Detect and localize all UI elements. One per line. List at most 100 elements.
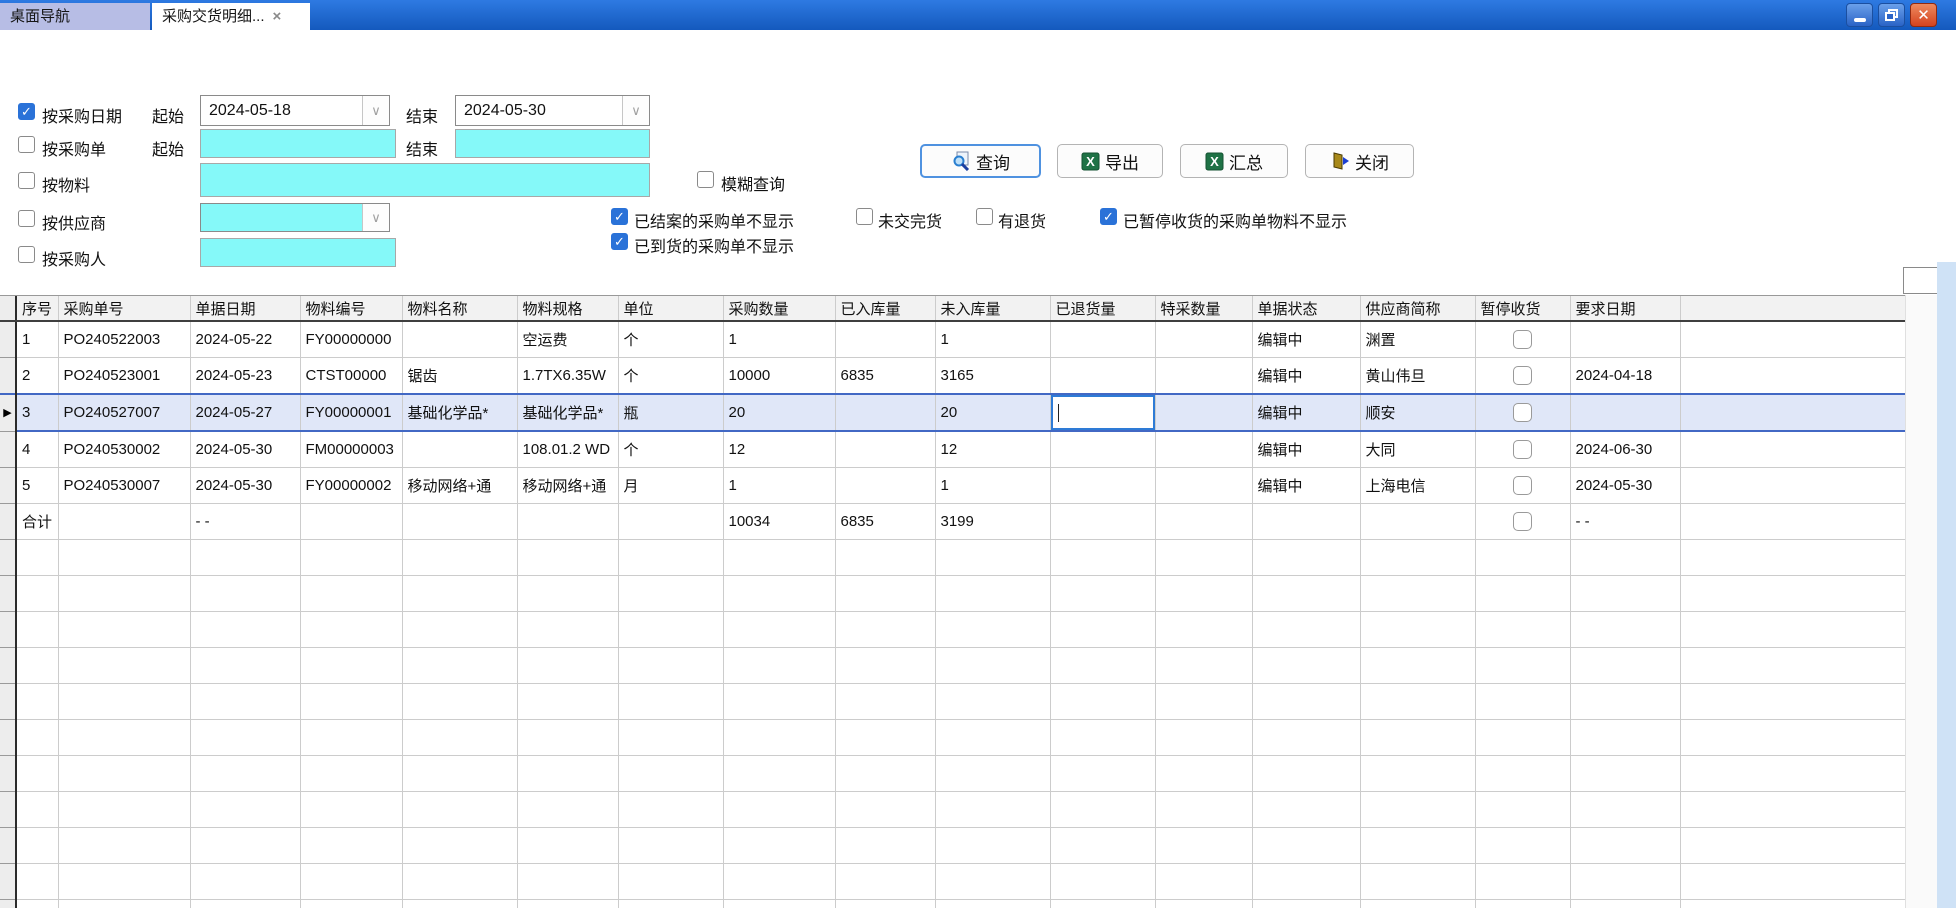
cell-date[interactable]: 2024-05-22 — [190, 321, 300, 358]
cell-qty[interactable]: 1 — [723, 468, 835, 504]
export-button[interactable]: X 导出 — [1057, 144, 1163, 178]
cell-suspend[interactable] — [1475, 468, 1570, 504]
cell-supplier[interactable]: 上海电信 — [1360, 468, 1475, 504]
tab-desktop-nav[interactable]: 桌面导航 — [0, 3, 150, 30]
cell-name[interactable]: 移动网络+通 — [402, 468, 517, 504]
cell-qty[interactable]: 12 — [723, 431, 835, 468]
cell-required[interactable] — [1570, 321, 1680, 358]
buyer-input[interactable] — [200, 238, 396, 267]
suspend-checkbox[interactable] — [1513, 440, 1532, 459]
hide-suspended-checkbox[interactable] — [1100, 208, 1117, 225]
start-date-combo[interactable]: 2024-05-18 ∨ — [200, 95, 390, 126]
undelivered-checkbox[interactable] — [856, 208, 873, 225]
suspend-checkbox[interactable] — [1513, 403, 1532, 422]
query-button[interactable]: 查询 — [920, 144, 1041, 178]
cell-qty[interactable]: 1 — [723, 321, 835, 358]
table-row[interactable]: 5 PO240530007 2024-05-30 FY00000002 移动网络… — [0, 468, 1905, 504]
cell-special[interactable] — [1155, 431, 1252, 468]
close-icon[interactable]: × — [273, 3, 282, 30]
cell-status[interactable]: 编辑中 — [1252, 321, 1360, 358]
close-button[interactable]: 关闭 — [1305, 144, 1414, 178]
col-spec[interactable]: 物料规格 — [517, 296, 618, 321]
cell-code[interactable]: FM00000003 — [300, 431, 402, 468]
cell-spec[interactable]: 空运费 — [517, 321, 618, 358]
cell-code[interactable]: FY00000001 — [300, 394, 402, 431]
cell-seq[interactable]: 2 — [16, 358, 58, 395]
summary-button[interactable]: X 汇总 — [1180, 144, 1288, 178]
cell-suspend[interactable] — [1475, 394, 1570, 431]
window-close-button[interactable]: ✕ — [1910, 3, 1937, 27]
chevron-down-icon[interactable]: ∨ — [362, 204, 389, 231]
cell-seq[interactable]: 3 — [16, 394, 58, 431]
cell-code[interactable]: FY00000002 — [300, 468, 402, 504]
cell-suspend[interactable] — [1475, 431, 1570, 468]
hide-closed-checkbox[interactable] — [611, 208, 628, 225]
grid-corner-button[interactable] — [1903, 267, 1940, 294]
cell-required[interactable]: 2024-06-30 — [1570, 431, 1680, 468]
material-input[interactable] — [200, 163, 650, 197]
cell-supplier[interactable]: 大同 — [1360, 431, 1475, 468]
table-row[interactable]: 4 PO240530002 2024-05-30 FM00000003 108.… — [0, 431, 1905, 468]
cell-received[interactable] — [835, 394, 935, 431]
cell-pending[interactable]: 20 — [935, 394, 1050, 431]
col-status[interactable]: 单据状态 — [1252, 296, 1360, 321]
cell-received[interactable] — [835, 468, 935, 504]
cell-name[interactable] — [402, 321, 517, 358]
has-return-checkbox[interactable] — [976, 208, 993, 225]
cell-special[interactable] — [1155, 394, 1252, 431]
cell-unit[interactable]: 个 — [618, 431, 723, 468]
cell-pending[interactable]: 12 — [935, 431, 1050, 468]
col-special[interactable]: 特采数量 — [1155, 296, 1252, 321]
cell-code[interactable]: CTST00000 — [300, 358, 402, 395]
col-received[interactable]: 已入库量 — [835, 296, 935, 321]
cell-required[interactable]: 2024-05-30 — [1570, 468, 1680, 504]
cell-special[interactable] — [1155, 468, 1252, 504]
cell-po[interactable]: PO240530007 — [58, 468, 190, 504]
by-date-checkbox[interactable] — [18, 103, 35, 120]
row-selector[interactable] — [0, 431, 16, 468]
cell-spec[interactable]: 108.01.2 WD — [517, 431, 618, 468]
by-buyer-checkbox[interactable] — [18, 246, 35, 263]
row-selector[interactable] — [0, 468, 16, 504]
row-selector[interactable] — [0, 321, 16, 358]
vertical-scrollbar[interactable] — [1905, 295, 1937, 908]
cell-po[interactable]: PO240530002 — [58, 431, 190, 468]
col-suspend[interactable]: 暂停收货 — [1475, 296, 1570, 321]
cell-date[interactable]: 2024-05-27 — [190, 394, 300, 431]
col-po[interactable]: 采购单号 — [58, 296, 190, 321]
restore-button[interactable] — [1878, 3, 1905, 27]
by-material-checkbox[interactable] — [18, 172, 35, 189]
col-pending[interactable]: 未入库量 — [935, 296, 1050, 321]
col-qty[interactable]: 采购数量 — [723, 296, 835, 321]
chevron-down-icon[interactable]: ∨ — [622, 96, 649, 125]
cell-seq[interactable]: 4 — [16, 431, 58, 468]
cell-required[interactable] — [1570, 394, 1680, 431]
suspend-checkbox[interactable] — [1513, 476, 1532, 495]
cell-name[interactable]: 基础化学品* — [402, 394, 517, 431]
chevron-down-icon[interactable]: ∨ — [362, 96, 389, 125]
cell-date[interactable]: 2024-05-30 — [190, 468, 300, 504]
po-end-input[interactable] — [455, 129, 650, 158]
cell-supplier[interactable]: 顺安 — [1360, 394, 1475, 431]
cell-seq[interactable]: 5 — [16, 468, 58, 504]
row-selector[interactable]: ▶ — [0, 394, 16, 431]
cell-returned[interactable] — [1050, 431, 1155, 468]
cell-unit[interactable]: 个 — [618, 358, 723, 395]
cell-received[interactable]: 6835 — [835, 358, 935, 395]
tab-purchase-delivery-detail[interactable]: 采购交货明细... × — [152, 3, 310, 30]
by-po-checkbox[interactable] — [18, 136, 35, 153]
col-returned[interactable]: 已退货量 — [1050, 296, 1155, 321]
cell-unit[interactable]: 个 — [618, 321, 723, 358]
cell-name[interactable]: 锯齿 — [402, 358, 517, 395]
cell-name[interactable] — [402, 431, 517, 468]
cell-returned[interactable] — [1050, 468, 1155, 504]
cell-supplier[interactable]: 黄山伟旦 — [1360, 358, 1475, 395]
cell-status[interactable]: 编辑中 — [1252, 468, 1360, 504]
cell-unit[interactable]: 瓶 — [618, 394, 723, 431]
cell-pending[interactable]: 3165 — [935, 358, 1050, 395]
cell-returned-editing[interactable] — [1050, 394, 1155, 431]
col-date[interactable]: 单据日期 — [190, 296, 300, 321]
cell-spec[interactable]: 1.7TX6.35W — [517, 358, 618, 395]
cell-po[interactable]: PO240527007 — [58, 394, 190, 431]
cell-spec[interactable]: 基础化学品* — [517, 394, 618, 431]
